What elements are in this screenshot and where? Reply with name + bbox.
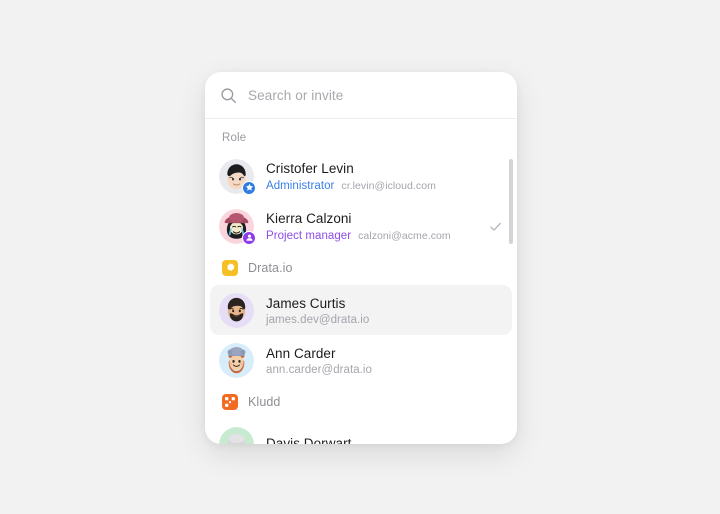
email-label: james.dev@drata.io — [266, 313, 370, 326]
group-name: Drata.io — [248, 261, 293, 275]
scrollbar[interactable] — [509, 123, 513, 440]
avatar — [219, 426, 254, 444]
avatar — [219, 158, 256, 195]
invite-search-card: Role — [205, 72, 517, 444]
list-item[interactable]: Cristofer Levin Administrator cr.levin@i… — [210, 151, 512, 201]
list-item-text: Davis Dorwart — [266, 435, 502, 445]
group-header-drata: Drata.io — [205, 251, 517, 285]
search-bar[interactable] — [205, 72, 517, 119]
list-item-text: Cristofer Levin Administrator cr.levin@i… — [266, 160, 502, 193]
list-item-text: James Curtis james.dev@drata.io — [266, 295, 502, 326]
person-subtitle: Administrator cr.levin@icloud.com — [266, 179, 502, 193]
list-item-text: Kierra Calzoni Project manager calzoni@a… — [266, 210, 489, 243]
selected-check-icon — [489, 220, 502, 233]
list-item[interactable]: James Curtis james.dev@drata.io — [210, 285, 512, 335]
role-label: Project manager — [266, 229, 352, 242]
results-list[interactable]: Role Cristofer Levin Administrator cr.le… — [205, 119, 517, 444]
star-badge-icon — [242, 180, 256, 195]
search-input[interactable] — [248, 87, 488, 103]
person-name: Kierra Calzoni — [266, 210, 352, 226]
person-badge-icon — [242, 230, 256, 245]
list-item-text: Ann Carder ann.carder@drata.io — [266, 345, 502, 376]
avatar — [219, 342, 254, 378]
person-subtitle: Project manager calzoni@acme.com — [266, 229, 489, 243]
kludd-logo-icon — [222, 394, 238, 410]
avatar — [219, 292, 254, 328]
scrollbar-thumb[interactable] — [509, 159, 513, 244]
email-label: calzoni@acme.com — [358, 229, 451, 242]
person-name: James Curtis — [266, 295, 346, 311]
group-name: Kludd — [248, 395, 281, 409]
role-label: Administrator — [266, 179, 335, 192]
section-label-role: Role — [222, 132, 247, 144]
list-item[interactable]: Kierra Calzoni Project manager calzoni@a… — [210, 201, 512, 251]
group-header-kludd: Kludd — [205, 385, 517, 419]
email-label: cr.levin@icloud.com — [341, 179, 436, 192]
search-icon — [220, 87, 248, 104]
list-item[interactable]: Davis Dorwart — [210, 419, 512, 444]
avatar — [219, 208, 256, 245]
list-item[interactable]: Ann Carder ann.carder@drata.io — [210, 335, 512, 385]
email-label: ann.carder@drata.io — [266, 363, 372, 376]
drata-logo-icon — [222, 260, 238, 276]
person-name: Ann Carder — [266, 345, 336, 361]
person-name: Cristofer Levin — [266, 160, 354, 176]
person-name: Davis Dorwart — [266, 435, 352, 445]
